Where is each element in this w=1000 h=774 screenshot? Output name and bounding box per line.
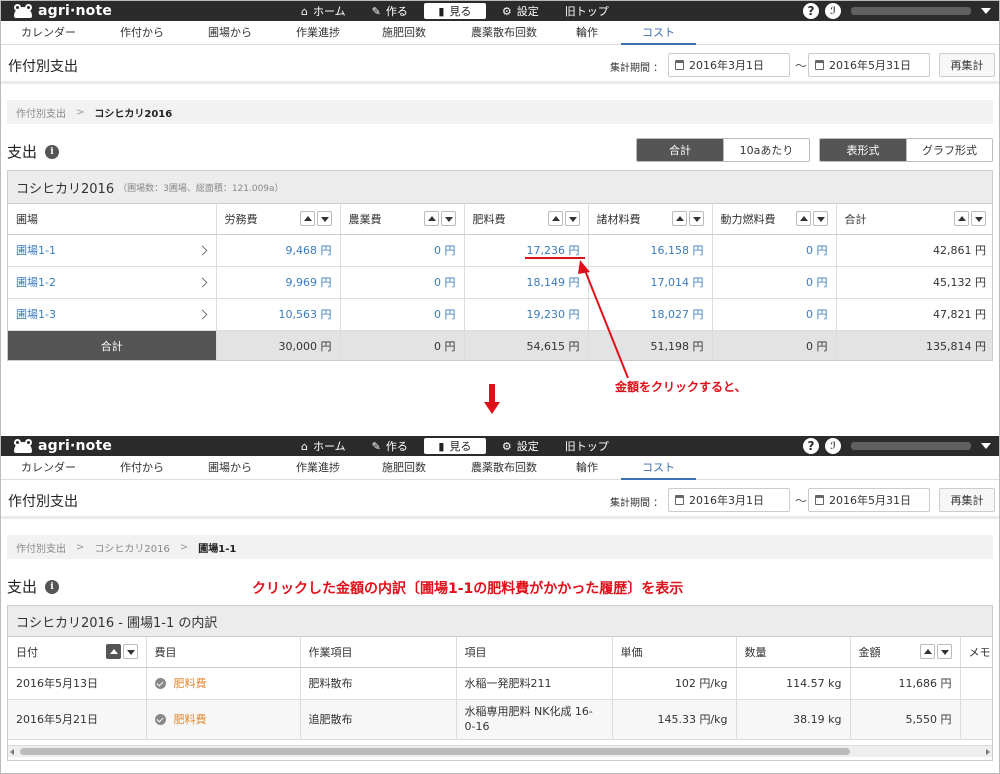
user-area: ? ℐ	[803, 437, 991, 455]
col-cost-type: 費目	[146, 637, 301, 668]
table-row: 2016年5月21日 肥料費 追肥散布 水稲専用肥料 NK化成 16-0-16 …	[8, 699, 992, 740]
home-icon: ⌂	[301, 439, 308, 453]
date-cell: 2016年5月21日	[8, 699, 147, 740]
col-work: 作業項目	[300, 637, 457, 668]
memo-cell	[960, 699, 992, 740]
start-date-input[interactable]: 2016年3月1日	[668, 488, 790, 512]
logo-text: agri·note	[38, 438, 113, 454]
down-arrow-icon	[484, 384, 500, 418]
nav-settings[interactable]: ⚙ 設定	[492, 436, 549, 456]
title-row: 作付別支出 集計期間 ： 2016年3月1日 〜 2016年5月31日 再集計	[1, 481, 999, 519]
annotation-arrow-line	[583, 267, 629, 379]
pencil-icon: ✎	[371, 439, 381, 453]
tab-fertilizing[interactable]: 施肥回数	[371, 456, 437, 480]
tab-pesticide[interactable]: 農薬散布回数	[459, 456, 549, 480]
amount-cell: 5,550 円	[850, 699, 961, 740]
top-nav-bar: agri·note ⌂ ホーム ✎ 作る ▮ 見る ⚙ 設定 旧トップ ? ℐ	[1, 436, 999, 456]
nav-home[interactable]: ⌂ ホーム	[291, 436, 356, 456]
info-icon[interactable]: i	[45, 579, 60, 594]
col-quantity: 数量	[736, 637, 851, 668]
check-circle-icon	[154, 714, 166, 725]
chevron-down-icon[interactable]	[981, 443, 991, 449]
panel-title: コシヒカリ2016 - 圃場1-1 の内訳	[8, 606, 992, 637]
tab-by-field[interactable]: 圃場から	[197, 456, 263, 480]
page-title: 作付別支出	[8, 494, 78, 510]
col-memo: メモ	[960, 637, 992, 668]
unit-price-cell: 145.33 円/kg	[612, 699, 737, 740]
section-title: 支出 i	[7, 576, 60, 597]
sub-tabs: カレンダー 作付から 圃場から 作業進捗 施肥回数 農薬散布回数 輪作 コスト	[1, 456, 999, 480]
tab-by-crop[interactable]: 作付から	[109, 456, 175, 480]
scroll-left-icon[interactable]	[10, 749, 14, 755]
breadcrumb: 作付別支出 > コシヒカリ2016 > 圃場1-1	[7, 535, 993, 559]
book-icon: ▮	[438, 439, 445, 453]
nav-old-top[interactable]: 旧トップ	[555, 436, 619, 456]
main-nav: ⌂ ホーム ✎ 作る ▮ 見る ⚙ 設定 旧トップ	[291, 436, 625, 456]
breadcrumb-item[interactable]: コシヒカリ2016	[94, 540, 169, 555]
table-row: 2016年5月13日 肥料費 肥料散布 水稲一発肥料211 102 円/kg 1…	[8, 667, 992, 700]
memo-cell	[960, 667, 992, 700]
sort-desc-icon[interactable]	[122, 644, 138, 659]
quantity-cell: 38.19 kg	[736, 699, 851, 740]
cost-type-cell: 肥料費	[146, 667, 301, 700]
breadcrumb-current: 圃場1-1	[198, 543, 237, 555]
annotation-show-text: クリックした金額の内訳〔圃場1-1の肥料費がかかった履歴〕を表示	[252, 581, 684, 597]
sort-asc-icon[interactable]	[105, 644, 121, 659]
col-item: 項目	[456, 637, 613, 668]
amount-cell: 11,686 円	[850, 667, 961, 700]
cost-type-cell: 肥料費	[146, 699, 301, 740]
annotation-click-text: 金額をクリックすると、	[615, 380, 747, 394]
scroll-right-icon[interactable]	[986, 749, 990, 755]
blurred-user-name	[851, 442, 971, 450]
tab-progress[interactable]: 作業進捗	[285, 456, 351, 480]
col-unit-price: 単価	[612, 637, 737, 668]
quantity-cell: 114.57 kg	[736, 667, 851, 700]
tab-calendar[interactable]: カレンダー	[11, 456, 86, 480]
date-separator: 〜	[795, 494, 808, 508]
unit-price-cell: 102 円/kg	[612, 667, 737, 700]
user-avatar-icon[interactable]: ℐ	[825, 438, 841, 454]
work-cell: 追肥散布	[300, 699, 457, 740]
item-cell: 水稲一発肥料211	[456, 667, 613, 700]
date-cell: 2016年5月13日	[8, 667, 147, 700]
check-circle-icon	[154, 678, 166, 689]
col-amount: 金額	[850, 637, 961, 668]
nav-create[interactable]: ✎ 作る	[362, 436, 418, 456]
work-cell: 肥料散布	[300, 667, 457, 700]
tab-cost[interactable]: コスト	[621, 456, 696, 480]
calendar-icon	[675, 495, 684, 505]
cost-detail-table: 日付 費目 作業項目 項目 単価 数量 金額 メモ 2016年5月13日 肥料費…	[8, 637, 992, 740]
breadcrumb-item[interactable]: 作付別支出	[16, 540, 66, 555]
col-date: 日付	[8, 637, 147, 668]
gear-icon: ⚙	[501, 439, 512, 453]
calendar-icon	[815, 495, 824, 505]
annotation-arrow-head	[578, 260, 590, 274]
item-cell: 水稲専用肥料 NK化成 16-0-16	[456, 699, 613, 740]
nav-view[interactable]: ▮ 見る	[423, 438, 486, 454]
recalc-button[interactable]: 再集計	[939, 488, 995, 512]
scrollbar-thumb[interactable]	[20, 748, 850, 755]
end-date-input[interactable]: 2016年5月31日	[808, 488, 930, 512]
help-icon[interactable]: ?	[803, 438, 819, 454]
app-logo[interactable]: agri·note	[13, 437, 112, 455]
sort-desc-icon[interactable]	[936, 644, 952, 659]
period-label: 集計期間 ：	[610, 498, 664, 509]
cost-detail-panel: コシヒカリ2016 - 圃場1-1 の内訳 日付 費目 作業項目 項目 単価 数…	[7, 605, 993, 761]
sort-asc-icon[interactable]	[919, 644, 935, 659]
horizontal-scrollbar[interactable]	[8, 745, 992, 757]
frog-logo-icon	[13, 439, 33, 453]
tab-rotation[interactable]: 輪作	[567, 456, 607, 480]
